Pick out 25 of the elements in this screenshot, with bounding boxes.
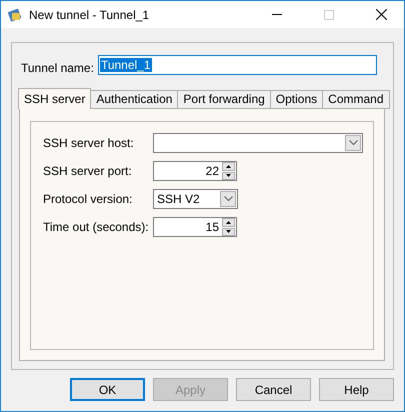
chevron-down-icon [224, 196, 232, 202]
field-label: Time out (seconds): [43, 220, 150, 234]
up-arrow-icon [226, 164, 231, 168]
down-arrow-icon [226, 230, 231, 234]
field-label: Protocol version: [43, 192, 134, 206]
number-spinbox[interactable]: 22 [153, 161, 237, 181]
close-icon [376, 9, 386, 20]
dialog-button[interactable]: Cancel [236, 378, 311, 401]
minimize-icon [272, 14, 282, 15]
tab[interactable]: Command [322, 90, 390, 109]
field-label: SSH server port: [43, 164, 133, 178]
number-spinbox[interactable]: 15 [153, 217, 237, 237]
dialog-button[interactable]: OK [70, 378, 145, 401]
down-arrow-icon [226, 174, 231, 178]
maximize-icon [324, 10, 334, 20]
chevron-down-icon [348, 140, 358, 146]
window-title: New tunnel - Tunnel_1 [29, 8, 150, 22]
host-combo-box[interactable] [153, 133, 363, 153]
field-label: SSH server host: [43, 136, 135, 150]
up-arrow-icon [226, 220, 231, 224]
dialog-button[interactable]: Help [319, 378, 394, 401]
tunnel-name-field[interactable]: Tunnel_1 [98, 55, 377, 75]
field-label: Tunnel name: [21, 61, 94, 75]
version-dropdown[interactable]: SSH V2 [153, 189, 238, 209]
tab[interactable]: SSH server [18, 88, 92, 109]
